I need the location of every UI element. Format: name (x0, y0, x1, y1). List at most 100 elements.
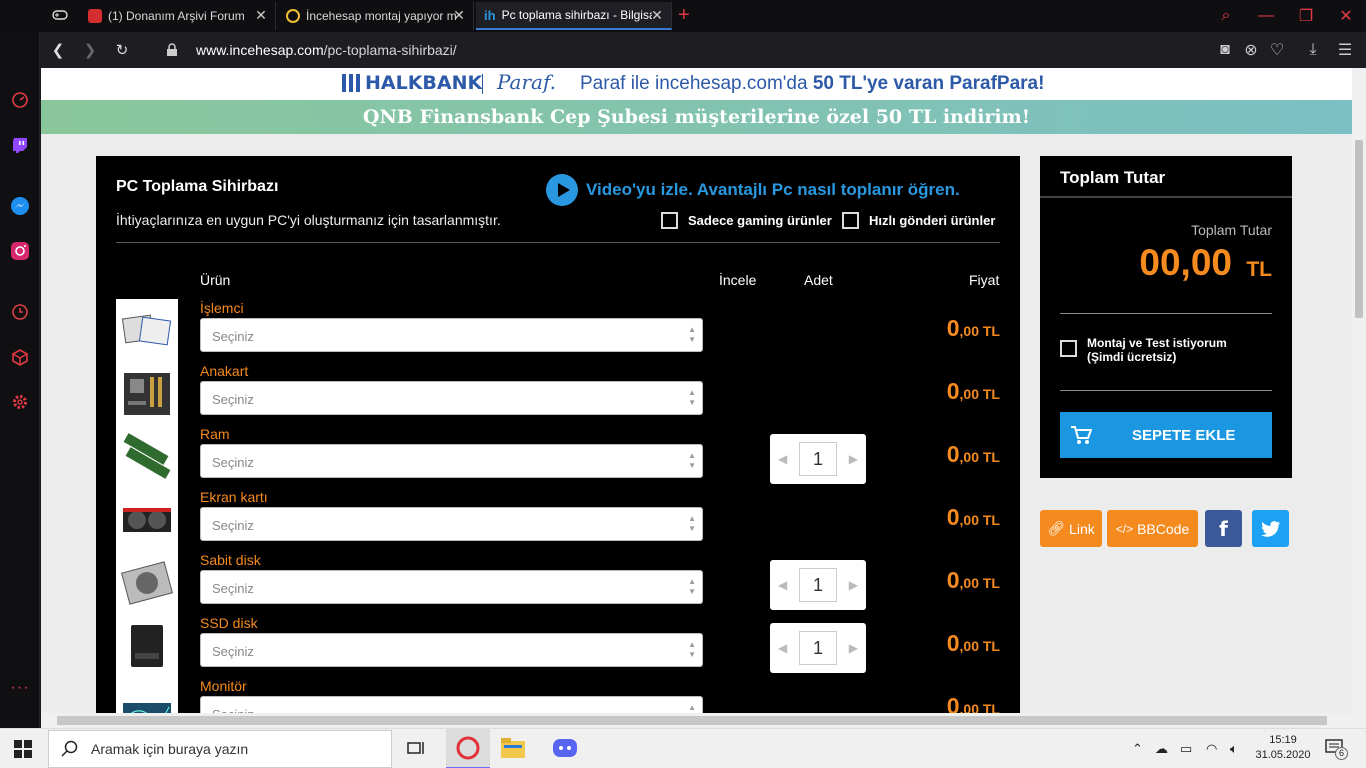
ram-select[interactable]: Seçiniz ▲ ▼ (200, 444, 703, 478)
facebook-share-icon[interactable]: f (1205, 510, 1242, 547)
paraf-logo: Paraf. (497, 70, 557, 94)
extensions-icon[interactable] (10, 347, 30, 367)
minimize-icon[interactable]: — (1246, 0, 1286, 32)
ram-quantity-stepper[interactable]: ◀ 1 ▶ (770, 434, 866, 484)
messenger-icon[interactable] (10, 196, 30, 216)
wifi-icon[interactable]: ◠ (1206, 741, 1217, 757)
tab-close-icon[interactable]: ✕ (451, 7, 467, 23)
url-field[interactable]: www.incehesap.com/pc-toplama-sihirbazi/ (196, 42, 457, 58)
gaming-filter-checkbox[interactable]: Sadece gaming ürünler (661, 212, 832, 229)
camera-icon[interactable]: ◙ (1216, 41, 1234, 59)
volume-icon[interactable]: 🔈︎ (1230, 741, 1238, 757)
monitor-thumbnail (116, 677, 179, 713)
add-to-cart-button[interactable]: SEPETE EKLE (1060, 412, 1272, 458)
component-row-ssd: SSD disk Seçiniz ▲ ▼ ◀ 1 ▶ 0,00 TL (116, 614, 1000, 677)
increment-icon[interactable]: ▶ (849, 452, 858, 466)
select-arrows-icon: ▲▼ (688, 514, 696, 533)
increment-icon[interactable]: ▶ (849, 641, 858, 655)
monitor-select[interactable]: Seçiniz▲▼ (200, 696, 703, 713)
history-icon[interactable] (10, 302, 30, 322)
ssd-quantity-stepper[interactable]: ◀ 1 ▶ (770, 623, 866, 673)
decrement-icon[interactable]: ◀ (778, 452, 787, 466)
fast-shipping-checkbox[interactable]: Hızlı gönderi ürünler (842, 212, 995, 229)
search-icon (61, 740, 78, 757)
hdd-select[interactable]: Seçiniz ▲ ▼ (200, 570, 703, 604)
battery-icon[interactable]: ▭ (1180, 741, 1192, 757)
component-row-monitor: Monitör Seçiniz▲▼ 0,00 TL (116, 677, 1000, 713)
settings-gear-icon[interactable] (10, 392, 30, 412)
tab-close-icon[interactable]: ✕ (253, 7, 269, 23)
halkbank-paraf-banner[interactable]: HALKBANK Paraf. Paraf ile incehesap.com'… (41, 68, 1352, 100)
decrement-icon[interactable]: ◀ (778, 641, 787, 655)
windows-start-icon[interactable] (14, 740, 32, 763)
total-header: Toplam Tutar (1040, 156, 1292, 198)
taskbar-search-input[interactable]: Aramak için buraya yazın (48, 730, 392, 768)
notification-icon[interactable]: 6 (1325, 739, 1348, 762)
col-header-qty: Adet (804, 272, 833, 288)
row-price: 0,00 TL (946, 378, 1000, 404)
ssd-select[interactable]: Seçiniz ▲ ▼ (200, 633, 703, 667)
total-label: Toplam Tutar (1191, 222, 1272, 238)
total-panel: Toplam Tutar Toplam Tutar 00,00 TL Monta… (1040, 156, 1292, 478)
scroll-thumb[interactable] (57, 716, 1327, 725)
motherboard-select[interactable]: Seçiniz ▲ ▼ (200, 381, 703, 415)
reload-icon[interactable]: ↻ (112, 40, 132, 60)
tab-pc-toplama[interactable]: ih Pc toplama sihirbazı - Bilgisayar ✕ (476, 2, 672, 30)
more-dots-icon[interactable]: ··· (10, 678, 30, 698)
easy-setup-icon[interactable]: ☰ (1336, 41, 1354, 59)
select-arrows-icon: ▲▼ (688, 388, 696, 407)
hdd-quantity-stepper[interactable]: ◀ 1 ▶ (770, 560, 866, 610)
lock-icon[interactable] (162, 40, 182, 60)
twitch-icon[interactable] (10, 135, 30, 155)
qnb-banner[interactable]: QNB Finansbank Cep Şubesi müşterilerine … (41, 100, 1352, 134)
file-explorer-icon[interactable] (500, 737, 526, 764)
increment-icon[interactable]: ▶ (849, 578, 858, 592)
tab-donanim-arsivi[interactable]: (1) Donanım Arşivi Forum ✕ (80, 2, 276, 30)
twitter-share-icon[interactable] (1252, 510, 1289, 547)
tab-search-icon[interactable]: ⌕ (1206, 0, 1246, 32)
scroll-thumb[interactable] (1355, 140, 1363, 318)
row-price: 0,00 TL (946, 630, 1000, 656)
download-icon[interactable]: ⤓ (1304, 41, 1322, 59)
component-row-cpu: İşlemci Seçiniz ▲ ▼ 0,00 TL (116, 299, 1000, 362)
assembly-checkbox[interactable]: Montaj ve Test istiyorum (Şimdi ücretsiz… (1060, 336, 1257, 364)
cpu-select[interactable]: Seçiniz ▲ ▼ (200, 318, 703, 352)
tab-incehesap-montaj[interactable]: İncehesap montaj yapıyor mu ✕ (278, 2, 474, 30)
back-icon[interactable]: ❮ (48, 40, 68, 60)
speed-dial-icon[interactable] (10, 90, 30, 110)
decrement-icon[interactable]: ◀ (778, 578, 787, 592)
share-bbcode-button[interactable]: </> BBCode (1107, 510, 1198, 547)
wizard-subtitle: İhtiyaçlarınıza en uygun PC'yi oluşturma… (116, 212, 501, 228)
restore-icon[interactable]: ❐ (1286, 0, 1326, 32)
row-price: 0,00 TL (946, 441, 1000, 467)
tab-close-icon[interactable]: ✕ (649, 7, 665, 23)
instagram-icon[interactable] (10, 241, 30, 261)
forward-icon[interactable]: ❯ (80, 40, 100, 60)
share-link-button[interactable]: 🔗︎ Link (1040, 510, 1102, 547)
paraf-promo-text: Paraf ile incehesap.com'da 50 TL'ye vara… (580, 73, 1045, 94)
wizard-title: PC Toplama Sihirbazı (116, 178, 279, 195)
heart-icon[interactable]: ♡ (1268, 41, 1286, 59)
tray-chevron-icon[interactable]: ⌃ (1132, 741, 1143, 757)
adblock-icon[interactable]: ⊗ (1242, 41, 1260, 59)
discord-icon[interactable] (552, 737, 578, 764)
total-currency: TL (1246, 258, 1272, 281)
clock[interactable]: 15:19 31.05.2020 (1255, 733, 1311, 763)
horizontal-scrollbar[interactable] (41, 713, 1366, 728)
row-price: 0,00 TL (946, 504, 1000, 530)
divider (1060, 313, 1272, 314)
onedrive-icon[interactable]: ☁ (1155, 741, 1168, 757)
tab-bar: (1) Donanım Arşivi Forum ✕ İncehesap mon… (0, 0, 1366, 32)
component-row-hdd: Sabit disk Seçiniz ▲ ▼ ◀ 1 ▶ 0,00 TL (116, 551, 1000, 614)
opera-taskbar-icon[interactable] (446, 729, 490, 768)
task-view-icon[interactable] (406, 739, 426, 762)
video-link[interactable]: Video'yu izle. Avantajlı Pc nasıl toplan… (546, 174, 960, 206)
gpu-select[interactable]: Seçiniz ▲ ▼ (200, 507, 703, 541)
close-window-icon[interactable]: ✕ (1326, 0, 1366, 32)
new-tab-plus-icon[interactable]: + (678, 4, 690, 27)
web-page: HALKBANK Paraf. Paraf ile incehesap.com'… (41, 68, 1352, 713)
vertical-scrollbar[interactable] (1352, 68, 1366, 713)
play-icon (546, 174, 578, 206)
gamepad-icon[interactable] (52, 8, 68, 27)
total-amount: 00,00 (1139, 242, 1232, 283)
